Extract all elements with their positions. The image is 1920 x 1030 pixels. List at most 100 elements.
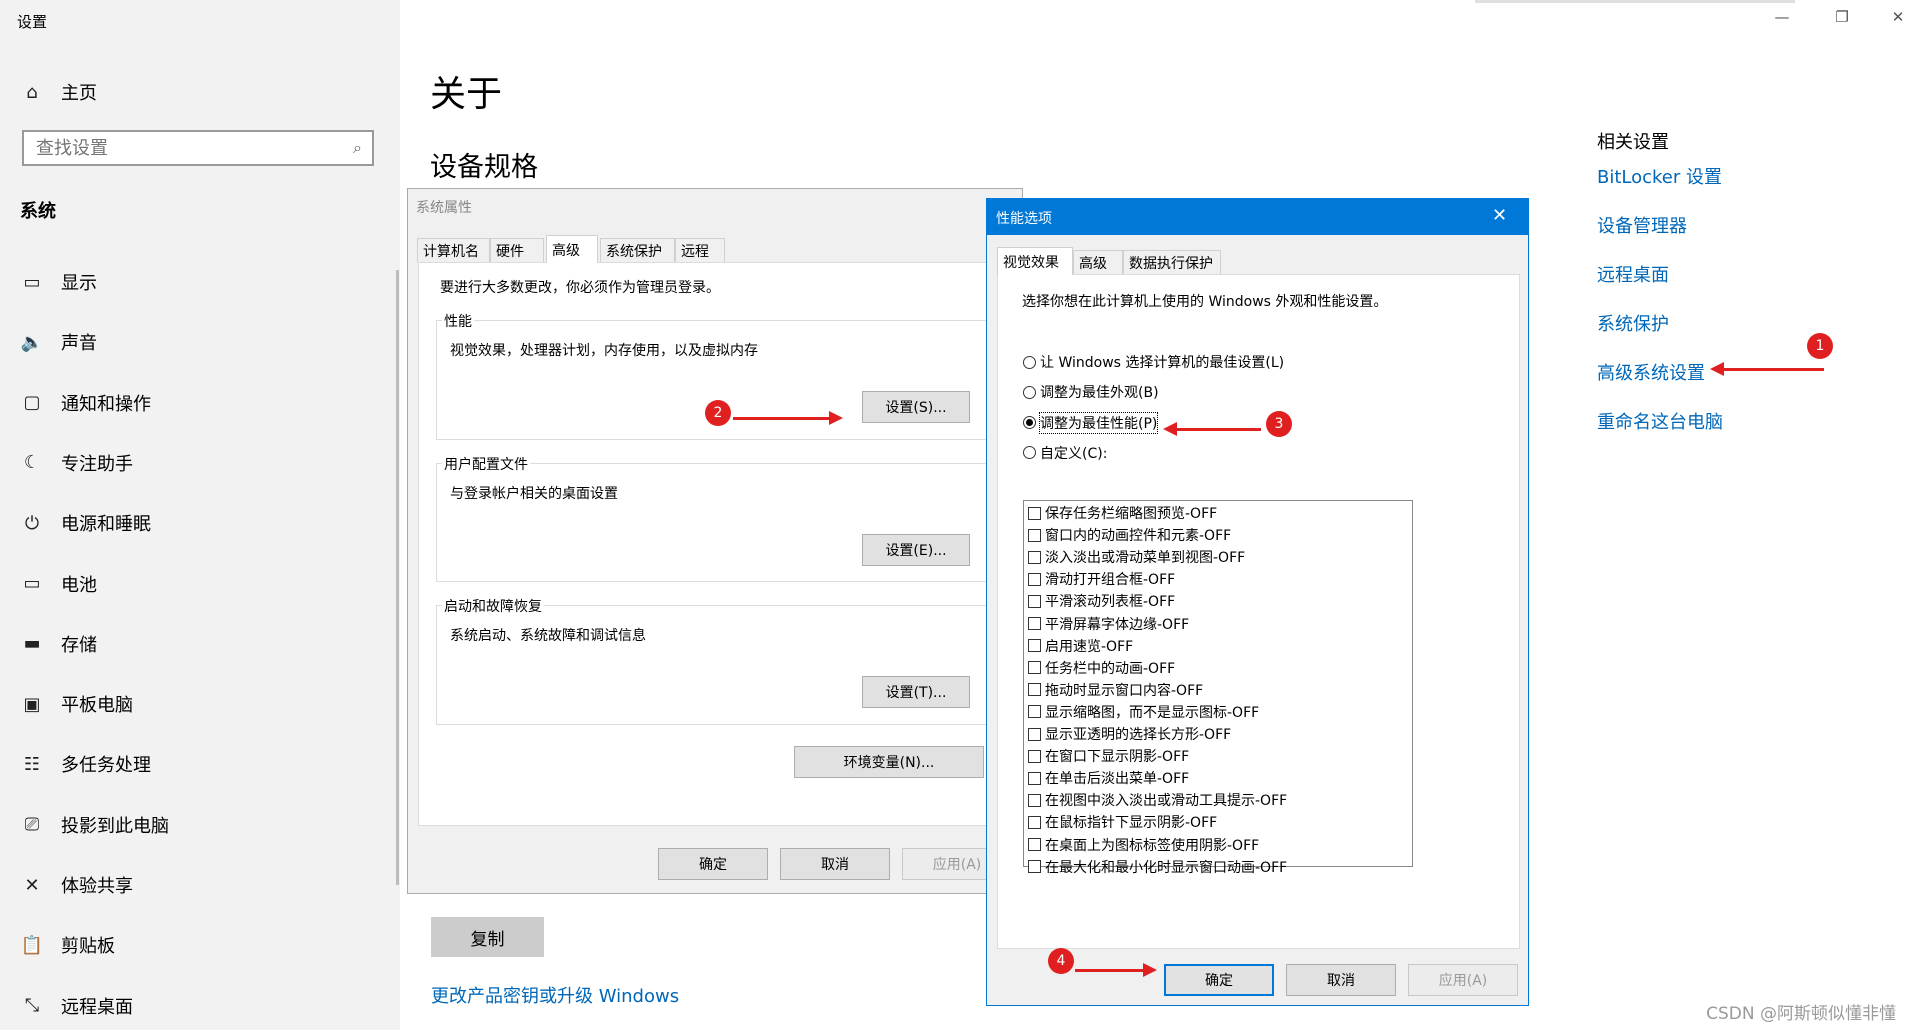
radio-button[interactable]	[1023, 446, 1036, 460]
watermark: CSDN @阿斯顿似懂非懂	[1706, 1004, 1896, 1024]
visual-effects-radio[interactable]: 自定义(C):	[1023, 443, 1107, 463]
sidebar-item[interactable]: 📋 剪贴板	[20, 927, 115, 963]
sidebar-item[interactable]: ▢ 通知和操作	[20, 385, 151, 421]
checkbox[interactable]	[1028, 528, 1041, 542]
checkbox[interactable]	[1028, 594, 1041, 608]
visual-effect-option[interactable]: 在最大化和最小化时显示窗口动画-OFF	[1028, 858, 1287, 876]
checkbox[interactable]	[1028, 860, 1041, 874]
checkbox[interactable]	[1028, 550, 1041, 564]
checkbox[interactable]	[1028, 572, 1041, 586]
sidebar-item[interactable]: ✕ 体验共享	[20, 867, 133, 903]
checkbox[interactable]	[1028, 639, 1041, 653]
sidebar-scrollbar[interactable]	[396, 270, 399, 885]
performance-legend: 性能	[442, 311, 474, 331]
visual-effect-option[interactable]: 显示缩略图，而不是显示图标-OFF	[1028, 703, 1259, 721]
tab-remote[interactable]: 远程	[675, 238, 725, 262]
checkbox[interactable]	[1028, 683, 1041, 697]
sidebar-home[interactable]: ⌂ 主页	[20, 74, 97, 110]
sidebar-item[interactable]: ☾ 专注助手	[20, 445, 133, 481]
checkbox[interactable]	[1028, 749, 1041, 763]
visual-effects-radio[interactable]: 调整为最佳性能(P)	[1023, 411, 1159, 434]
tab-visual-effects[interactable]: 视觉效果	[997, 247, 1073, 275]
visual-effect-option[interactable]: 平滑屏幕字体边缘-OFF	[1028, 615, 1189, 633]
annotation-marker-2: 2	[705, 400, 731, 426]
tab-advanced[interactable]: 高级	[546, 235, 598, 263]
sysprops-ok-button[interactable]: 确定	[658, 848, 768, 880]
environment-variables-button[interactable]: 环境变量(N)...	[794, 746, 984, 778]
rename-pc-link[interactable]: 重命名这台电脑	[1597, 408, 1723, 434]
search-box[interactable]: ⌕	[22, 130, 374, 166]
visual-effect-option[interactable]: 启用速览-OFF	[1028, 637, 1133, 655]
tab-hardware[interactable]: 硬件	[490, 238, 544, 262]
radio-button[interactable]	[1023, 416, 1036, 430]
perfopts-apply-button[interactable]: 应用(A)	[1408, 964, 1518, 996]
visual-effect-option[interactable]: 淡入淡出或滑动菜单到视图-OFF	[1028, 548, 1245, 566]
sidebar-item[interactable]: ▣ 平板电脑	[20, 686, 133, 722]
checkbox[interactable]	[1028, 661, 1041, 675]
sidebar-item[interactable]: ⏻ 电源和睡眠	[20, 505, 151, 541]
copy-button[interactable]: 复制	[431, 917, 544, 957]
checkbox[interactable]	[1028, 705, 1041, 719]
annotation-arrow-2	[733, 411, 843, 425]
perfopts-cancel-button[interactable]: 取消	[1286, 964, 1396, 996]
visual-effect-option[interactable]: 滑动打开组合框-OFF	[1028, 570, 1175, 588]
tab-perf-advanced[interactable]: 高级	[1073, 250, 1123, 274]
visual-effect-option[interactable]: 在桌面上为图标标签使用阴影-OFF	[1028, 836, 1259, 854]
sidebar-item[interactable]: ⤡ 远程桌面	[20, 988, 133, 1024]
sidebar-item[interactable]: ▬ 存储	[20, 626, 97, 662]
bitlocker-link[interactable]: BitLocker 设置	[1597, 163, 1722, 189]
system-protection-link[interactable]: 系统保护	[1597, 310, 1669, 336]
visual-effect-option[interactable]: 窗口内的动画控件和元素-OFF	[1028, 526, 1231, 544]
device-manager-link[interactable]: 设备管理器	[1597, 212, 1687, 238]
checkbox[interactable]	[1028, 815, 1041, 829]
visual-effects-radio[interactable]: 调整为最佳外观(B)	[1023, 382, 1159, 402]
sidebar-item[interactable]: ⎚ 投影到此电脑	[20, 807, 169, 843]
advanced-system-settings-link[interactable]: 高级系统设置	[1597, 359, 1705, 385]
upgrade-windows-link[interactable]: 更改产品密钥或升级 Windows	[431, 982, 679, 1008]
sidebar-item[interactable]: ☷ 多任务处理	[20, 746, 151, 782]
radio-button[interactable]	[1023, 355, 1036, 369]
user-profiles-settings-button[interactable]: 设置(E)...	[862, 534, 970, 566]
visual-effects-options-list[interactable]: 保存任务栏缩略图预览-OFF 窗口内的动画控件和元素-OFF 淡入淡出或滑动菜单到视…	[1023, 500, 1413, 876]
restore-icon[interactable]: ❐	[1822, 8, 1862, 32]
option-label: 淡入淡出或滑动菜单到视图-OFF	[1045, 550, 1246, 567]
performance-settings-button[interactable]: 设置(S)...	[862, 391, 970, 423]
visual-effect-option[interactable]: 在窗口下显示阴影-OFF	[1028, 747, 1189, 765]
close-icon[interactable]: ✕	[1878, 8, 1918, 32]
project-icon: ⎚	[24, 814, 40, 836]
visual-effect-option[interactable]: 平滑滚动列表框-OFF	[1028, 592, 1175, 610]
tab-dep[interactable]: 数据执行保护	[1123, 250, 1221, 274]
checkbox[interactable]	[1028, 793, 1041, 807]
visual-effect-option[interactable]: 在视图中淡入淡出或滑动工具提示-OFF	[1028, 791, 1287, 809]
checkbox[interactable]	[1028, 838, 1041, 851]
minimize-icon[interactable]: —	[1762, 8, 1802, 32]
sidebar-item[interactable]: ▭ 显示	[20, 264, 97, 300]
perfopts-ok-button[interactable]: 确定	[1164, 964, 1274, 996]
sidebar-item[interactable]: 🔈 声音	[20, 324, 97, 360]
visual-effect-option[interactable]: 在鼠标指针下显示阴影-OFF	[1028, 813, 1217, 831]
visual-effect-option[interactable]: 保存任务栏缩略图预览-OFF	[1028, 504, 1217, 522]
radio-label: 调整为最佳外观(B)	[1040, 385, 1159, 402]
checkbox[interactable]	[1028, 771, 1041, 785]
sidebar-item[interactable]: ▭ 电池	[20, 566, 97, 602]
visual-effects-radio[interactable]: 让 Windows 选择计算机的最佳设置(L)	[1023, 352, 1284, 372]
visual-effect-option[interactable]: 在单击后淡出菜单-OFF	[1028, 769, 1189, 787]
search-input[interactable]	[24, 132, 348, 164]
checkbox[interactable]	[1028, 617, 1041, 630]
visual-effect-option[interactable]: 拖动时显示窗口内容-OFF	[1028, 681, 1203, 699]
dialog-close-icon[interactable]: ✕	[1492, 205, 1507, 226]
radio-button[interactable]	[1023, 385, 1036, 399]
tab-system-protection[interactable]: 系统保护	[600, 238, 675, 262]
checkbox[interactable]	[1028, 506, 1041, 520]
sysprops-cancel-button[interactable]: 取消	[780, 848, 890, 880]
tab-computer-name[interactable]: 计算机名	[417, 238, 490, 262]
checkbox[interactable]	[1028, 727, 1041, 741]
startup-recovery-settings-button[interactable]: 设置(T)...	[862, 676, 970, 708]
sidebar-item-label: 多任务处理	[61, 755, 151, 777]
visual-effect-option[interactable]: 显示亚透明的选择长方形-OFF	[1028, 725, 1231, 743]
visual-effects-intro: 选择你想在此计算机上使用的 Windows 外观和性能设置。	[1022, 294, 1388, 310]
search-icon[interactable]: ⌕	[353, 138, 362, 158]
remote-desktop-link[interactable]: 远程桌面	[1597, 261, 1669, 287]
visual-effect-option[interactable]: 任务栏中的动画-OFF	[1028, 659, 1175, 677]
battery-icon: ▭	[23, 573, 41, 594]
